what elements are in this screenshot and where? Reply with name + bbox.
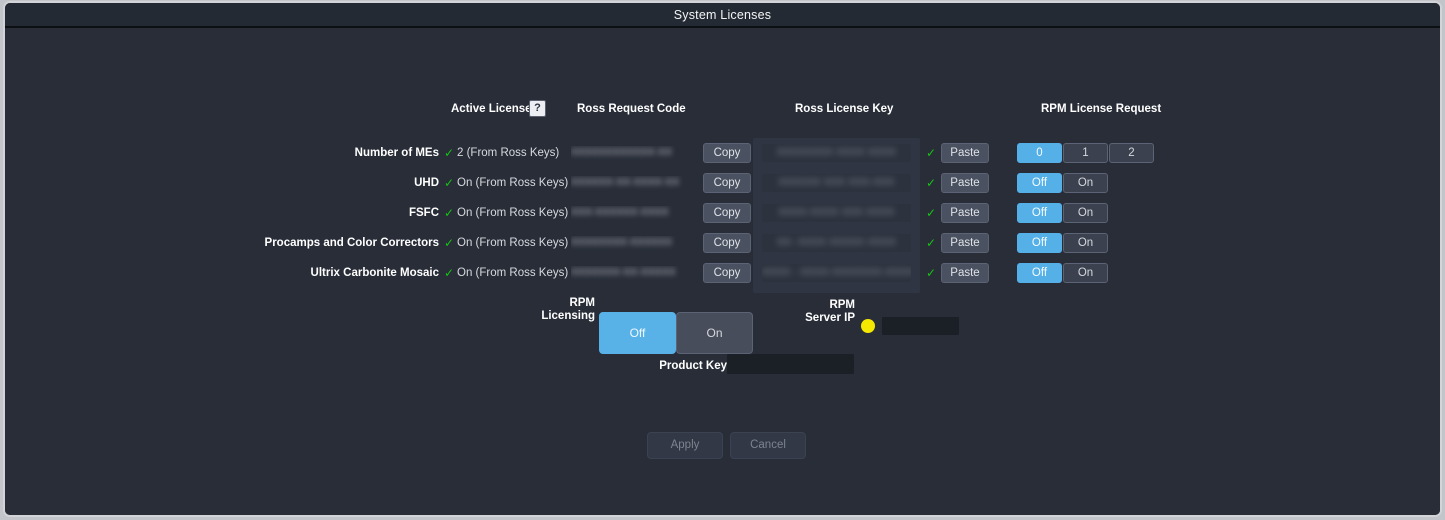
product-key-input[interactable]	[727, 354, 854, 374]
rpm-request-option[interactable]: 2	[1109, 143, 1154, 163]
key-check-icon: ✓	[925, 146, 937, 160]
active-license-value: On (From Ross Keys)	[457, 267, 569, 279]
column-header-active-licenses: Active Licenses	[451, 103, 538, 115]
active-license-value: On (From Ross Keys)	[457, 207, 569, 219]
table-row: UHD ✓ On (From Ross Keys) XXXXXX-XX-XXXX-XX…	[5, 172, 1440, 194]
screen: System Licenses Active Licenses ? Ross R…	[0, 0, 1445, 520]
column-header-rpm-license-request: RPM License Request	[1041, 103, 1162, 115]
product-key-label: Product Key	[659, 360, 727, 372]
ross-request-code-value: XXX-XXXXXX-XXXX	[571, 206, 689, 220]
ross-license-key-input[interactable]: XXXXXXXX XXXX XXXX	[762, 144, 911, 162]
dialog-body: Active Licenses ? Ross Request Code Ross…	[5, 28, 1440, 515]
column-header-ross-request-code: Ross Request Code	[577, 103, 686, 115]
rpm-licensing-on-button[interactable]: On	[676, 312, 753, 354]
ross-license-key-text: XXXX - XXXX-XXXXXXX-XXXX	[762, 267, 911, 278]
copy-button[interactable]: Copy	[703, 173, 751, 193]
ross-request-code-text: XXX-XXXXXX-XXXX	[571, 207, 669, 218]
ross-license-key-input[interactable]: XXXX-XXXX XXX XXXX	[762, 204, 911, 222]
rpm-request-option[interactable]: 1	[1063, 143, 1108, 163]
key-check-icon: ✓	[925, 266, 937, 280]
cancel-button[interactable]: Cancel	[730, 432, 806, 459]
copy-button[interactable]: Copy	[703, 203, 751, 223]
rpm-licensing-label-line2: Licensing	[541, 310, 595, 322]
help-icon[interactable]: ?	[529, 100, 546, 117]
rpm-request-option[interactable]: On	[1063, 263, 1108, 283]
rpm-request-option[interactable]: Off	[1017, 263, 1062, 283]
row-label: Ultrix Carbonite Mosaic	[310, 267, 439, 279]
ross-request-code-value: XXXXXX-XX-XXXX-XX	[571, 176, 689, 190]
paste-button[interactable]: Paste	[941, 233, 989, 253]
rpm-request-option[interactable]: On	[1063, 203, 1108, 223]
ross-license-key-input[interactable]: XXXX - XXXX-XXXXXXX-XXXX	[762, 264, 911, 282]
table-row: Procamps and Color Correctors ✓ On (From R…	[5, 232, 1440, 254]
title-bar: System Licenses	[5, 3, 1440, 28]
row-label: Procamps and Color Correctors	[264, 237, 439, 249]
copy-button[interactable]: Copy	[703, 143, 751, 163]
paste-button[interactable]: Paste	[941, 263, 989, 283]
rpm-server-status-led	[861, 319, 875, 333]
apply-button[interactable]: Apply	[647, 432, 723, 459]
copy-button[interactable]: Copy	[703, 233, 751, 253]
paste-button[interactable]: Paste	[941, 173, 989, 193]
copy-button[interactable]: Copy	[703, 263, 751, 283]
ross-license-key-input[interactable]: XXXXXX XXX XXX-XXX	[762, 174, 911, 192]
check-icon: ✓	[443, 146, 455, 160]
ross-request-code-value: XXXXXXXX-XXXXXX	[571, 236, 689, 250]
check-icon: ✓	[443, 176, 455, 190]
active-license-value: On (From Ross Keys)	[457, 177, 569, 189]
system-licenses-window: System Licenses Active Licenses ? Ross R…	[3, 1, 1442, 517]
rpm-request-option[interactable]: On	[1063, 233, 1108, 253]
ross-request-code-text: XXXXXX-XX-XXXX-XX	[571, 177, 680, 188]
key-check-icon: ✓	[925, 236, 937, 250]
check-icon: ✓	[443, 206, 455, 220]
ross-request-code-text: XXXXXXX-XX-XXXXX	[571, 267, 676, 278]
rpm-licensing-label-line1: RPM	[569, 297, 595, 309]
check-icon: ✓	[443, 266, 455, 280]
check-icon: ✓	[443, 236, 455, 250]
rpm-request-option[interactable]: Off	[1017, 233, 1062, 253]
ross-license-key-text: XXXXXX XXX XXX-XXX	[778, 177, 895, 188]
rpm-request-option[interactable]: On	[1063, 173, 1108, 193]
row-label: FSFC	[408, 207, 439, 219]
rpm-server-ip-label-line2: Server IP	[805, 312, 855, 324]
active-license-value: 2 (From Ross Keys)	[457, 147, 560, 159]
table-row: FSFC ✓ On (From Ross Keys) XXX-XXXXXX-XXXX C…	[5, 202, 1440, 224]
rpm-licensing-off-button[interactable]: Off	[599, 312, 676, 354]
table-row: Ultrix Carbonite Mosaic ✓ On (From Ross Ke…	[5, 262, 1440, 284]
table-row: Number of MEs ✓ 2 (From Ross Keys) XXXXXXXX…	[5, 142, 1440, 164]
ross-request-code-value: XXXXXXXXXXXX-XX	[571, 146, 689, 160]
active-license-value: On (From Ross Keys)	[457, 237, 569, 249]
column-header-ross-license-key: Ross License Key	[795, 103, 894, 115]
row-label: Number of MEs	[354, 147, 439, 159]
ross-request-code-value: XXXXXXX-XX-XXXXX	[571, 266, 689, 280]
ross-license-key-text: XX- XXXX XXXXX XXXX	[776, 237, 897, 248]
rpm-request-option[interactable]: 0	[1017, 143, 1062, 163]
window-title: System Licenses	[673, 7, 772, 22]
row-label: UHD	[414, 177, 439, 189]
rpm-request-option[interactable]: Off	[1017, 173, 1062, 193]
paste-button[interactable]: Paste	[941, 143, 989, 163]
rpm-server-ip-label-line1: RPM	[829, 299, 855, 311]
ross-license-key-text: XXXXXXXX XXXX XXXX	[776, 147, 897, 158]
rpm-request-option[interactable]: Off	[1017, 203, 1062, 223]
key-check-icon: ✓	[925, 176, 937, 190]
ross-license-key-input[interactable]: XX- XXXX XXXXX XXXX	[762, 234, 911, 252]
ross-request-code-text: XXXXXXXX-XXXXXX	[571, 237, 673, 248]
ross-request-code-text: XXXXXXXXXXXX-XX	[571, 147, 673, 158]
paste-button[interactable]: Paste	[941, 203, 989, 223]
key-check-icon: ✓	[925, 206, 937, 220]
ross-license-key-text: XXXX-XXXX XXX XXXX	[778, 207, 895, 218]
rpm-server-ip-input[interactable]	[882, 317, 959, 335]
